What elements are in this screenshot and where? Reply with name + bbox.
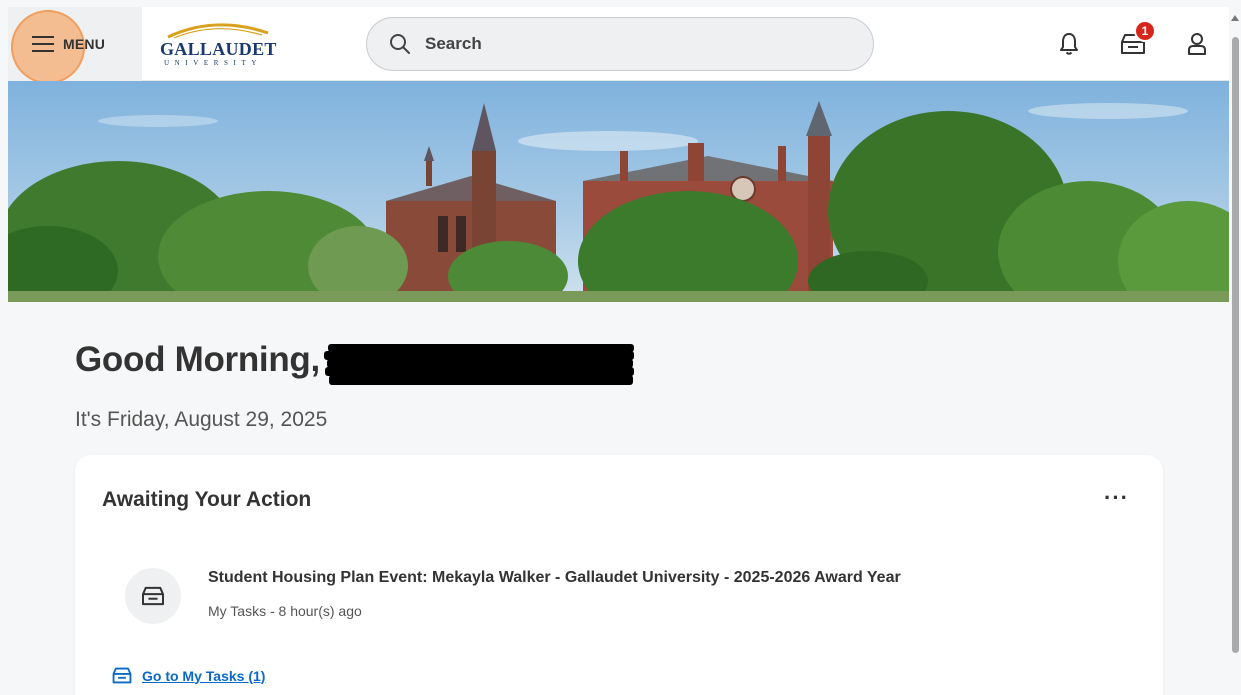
inbox-icon xyxy=(142,586,164,606)
task-meta: My Tasks - 8 hour(s) ago xyxy=(208,603,362,619)
logo-subtitle: UNIVERSITY xyxy=(164,58,262,67)
greeting-heading: Good Morning, xyxy=(75,340,320,379)
page-scrollbar[interactable] xyxy=(1229,7,1241,695)
go-to-my-tasks-link[interactable]: Go to My Tasks (1) xyxy=(112,667,265,684)
go-to-my-tasks-label[interactable]: Go to My Tasks (1) xyxy=(142,668,265,684)
university-logo[interactable]: GALLAUDET UNIVERSITY xyxy=(160,19,280,69)
bell-icon xyxy=(1060,33,1078,55)
task-item[interactable]: Student Housing Plan Event: Mekayla Walk… xyxy=(125,565,1085,625)
card-title: Awaiting Your Action xyxy=(102,488,312,511)
notifications-button[interactable] xyxy=(1037,7,1101,81)
awaiting-action-card: Awaiting Your Action ··· Student Housing… xyxy=(75,455,1163,695)
header-actions: 1 xyxy=(1037,7,1229,81)
top-bar: MENU GALLAUDET UNIVERSITY Search 1 xyxy=(8,6,1229,84)
inbox-icon xyxy=(112,667,132,684)
more-options-button[interactable]: ··· xyxy=(1104,487,1129,509)
scroll-up-arrow[interactable] xyxy=(1231,15,1239,21)
inbox-button[interactable]: 1 xyxy=(1101,7,1165,81)
user-icon xyxy=(1188,33,1206,55)
redacted-name xyxy=(324,344,634,385)
logo-arc-graphic xyxy=(167,22,269,39)
campus-illustration xyxy=(8,101,1229,302)
task-icon-circle xyxy=(125,568,181,624)
search-bar[interactable]: Search xyxy=(366,17,874,71)
task-title[interactable]: Student Housing Plan Event: Mekayla Walk… xyxy=(208,569,901,587)
menu-button[interactable]: MENU xyxy=(8,6,142,84)
search-input[interactable]: Search xyxy=(425,34,482,54)
scrollbar-thumb[interactable] xyxy=(1232,37,1239,653)
current-date: It's Friday, August 29, 2025 xyxy=(75,408,328,431)
logo-wordmark: GALLAUDET xyxy=(160,38,277,59)
search-icon xyxy=(390,34,410,54)
campus-banner-image xyxy=(8,81,1229,302)
hamburger-icon xyxy=(32,35,54,52)
menu-label: MENU xyxy=(63,35,106,52)
inbox-badge: 1 xyxy=(1134,20,1156,42)
profile-button[interactable] xyxy=(1165,7,1229,81)
